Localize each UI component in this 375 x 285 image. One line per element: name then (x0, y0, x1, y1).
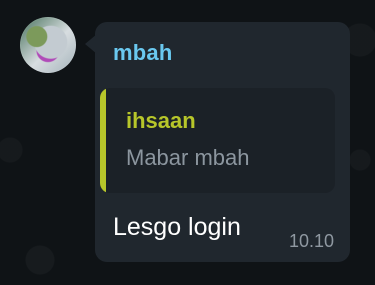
sender-name[interactable]: mbah (113, 40, 172, 66)
message-text: Lesgo login (113, 213, 241, 241)
message-timestamp: 10.10 (288, 231, 334, 251)
reply-accent-bar (100, 88, 106, 193)
reply-message-text: Mabar mbah (126, 145, 250, 170)
message-bubble[interactable]: mbah ihsaan Mabar mbah Lesgo login 10.10 (85, 22, 350, 262)
reply-preview[interactable]: ihsaan Mabar mbah (100, 88, 335, 193)
avatar[interactable] (20, 17, 76, 73)
reply-sender-name: ihsaan (126, 108, 196, 133)
